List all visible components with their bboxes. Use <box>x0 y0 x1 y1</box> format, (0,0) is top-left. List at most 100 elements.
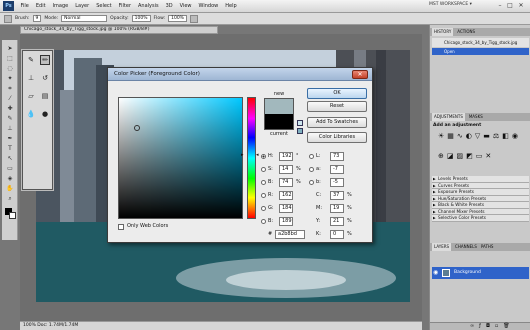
history-item-open[interactable]: Open <box>432 48 529 55</box>
zoom-tool-icon[interactable]: ⌕ <box>5 194 15 203</box>
menu-image[interactable]: Image <box>49 3 72 9</box>
menu-analysis[interactable]: Analysis <box>135 3 163 9</box>
close-icon[interactable]: ✕ <box>517 2 525 10</box>
type-tool-icon[interactable]: T <box>5 144 15 153</box>
vibrance-icon[interactable]: ▽ <box>475 132 480 149</box>
only-web-colors-checkbox[interactable] <box>118 224 124 230</box>
hue-slider[interactable] <box>247 97 256 219</box>
mode-select[interactable]: Normal <box>61 15 108 22</box>
marquee-tool-icon[interactable]: ⬚ <box>5 54 15 63</box>
crop-tool-icon[interactable]: ⌗ <box>5 84 15 93</box>
lab-b-input[interactable]: -5 <box>330 178 344 187</box>
tab-channels[interactable]: CHANNELS <box>455 243 477 251</box>
healing-tool-icon[interactable]: ✚ <box>5 104 15 113</box>
shape-tool-icon[interactable]: ▭ <box>5 164 15 173</box>
brightness-radio[interactable] <box>261 180 266 185</box>
add-to-swatches-button[interactable]: Add To Swatches <box>307 117 367 128</box>
move-tool-icon[interactable]: ➤ <box>5 44 15 53</box>
gradient-map-icon[interactable]: ▭ <box>476 152 483 169</box>
reset-button[interactable]: Reset <box>307 101 367 112</box>
color-balance-icon[interactable]: ⚖ <box>493 132 499 149</box>
eyedropper-icon[interactable]: ⁄ <box>5 94 15 103</box>
link-icon[interactable]: ∞ <box>470 323 474 330</box>
color-field-cursor[interactable] <box>134 125 140 131</box>
eye-icon[interactable]: ◉ <box>433 269 440 277</box>
menu-select[interactable]: Select <box>93 3 115 9</box>
trash-icon[interactable]: 🗑 <box>503 323 509 330</box>
black-white-icon[interactable]: ◧ <box>502 132 509 149</box>
green-input[interactable]: 184 <box>279 204 293 213</box>
red-input[interactable]: 162 <box>279 191 293 200</box>
hue-radio[interactable] <box>261 154 266 159</box>
flow-input[interactable]: 100% <box>168 15 187 22</box>
menu-edit[interactable]: Edit <box>32 3 49 9</box>
brush-tool-icon[interactable]: ✎ <box>5 114 15 123</box>
lab-a-input[interactable]: -7 <box>330 165 344 174</box>
brightness-icon[interactable]: ☀ <box>438 132 444 149</box>
history-snapshot[interactable]: Chicago_stock_34_by_Tigg_stock.jpg <box>432 38 529 47</box>
minimize-icon[interactable]: – <box>496 2 504 10</box>
channel-mixer-icon[interactable]: ⊕ <box>438 152 444 169</box>
menu-layer[interactable]: Layer <box>72 3 93 9</box>
3d-tool-icon[interactable]: ◈ <box>5 174 15 183</box>
curves-icon[interactable]: ∿ <box>457 132 463 149</box>
blue-radio[interactable] <box>261 219 266 224</box>
tab-history[interactable]: HISTORY <box>432 28 454 36</box>
exposure-icon[interactable]: ◐ <box>466 132 472 149</box>
lasso-tool-icon[interactable]: ◌ <box>5 64 15 73</box>
menu-3d[interactable]: 3D <box>162 3 176 9</box>
spot-healing-brush-icon[interactable]: ✎ <box>26 55 36 65</box>
web-safe-cube-icon[interactable] <box>297 120 303 126</box>
hue-input[interactable]: 192 <box>279 152 293 161</box>
tool-preset-icon[interactable] <box>4 14 12 23</box>
clone-stamp-icon[interactable]: ⊥ <box>26 73 36 83</box>
airbrush-icon[interactable] <box>189 14 198 23</box>
hue-slider-left-arrow[interactable]: ▸ <box>241 152 244 158</box>
threshold-icon[interactable]: ◩ <box>466 152 473 169</box>
menu-file[interactable]: File <box>17 3 32 9</box>
gamut-warning-icon[interactable] <box>297 128 303 134</box>
tab-masks[interactable]: MASKS <box>469 113 483 121</box>
selective-color-icon[interactable]: ✕ <box>485 152 491 169</box>
yellow-input[interactable]: 21 <box>330 217 344 226</box>
pen-tool-icon[interactable]: ✒ <box>5 134 15 143</box>
preset-selective-color[interactable]: Selective Color Presets <box>432 215 529 222</box>
green-radio[interactable] <box>261 206 266 211</box>
brightness-input[interactable]: 74 <box>279 178 293 187</box>
menu-help[interactable]: Help <box>222 3 240 9</box>
new-layer-icon[interactable]: ▫ <box>495 323 498 330</box>
tab-actions[interactable]: ACTIONS <box>457 28 475 36</box>
lab-a-radio[interactable] <box>309 167 314 172</box>
brush-size-picker[interactable]: 9 <box>32 15 42 22</box>
tab-layers[interactable]: LAYERS <box>432 243 452 251</box>
hand-tool-icon[interactable]: ✋ <box>5 184 15 193</box>
menu-window[interactable]: Window <box>195 3 222 9</box>
gradient-icon[interactable]: ▤ <box>40 91 50 101</box>
black-input[interactable]: 0 <box>330 230 344 239</box>
fx-icon[interactable]: ƒ <box>479 323 481 330</box>
saturation-input[interactable]: 14 <box>279 165 293 174</box>
blue-input[interactable]: 189 <box>279 217 293 226</box>
maximize-icon[interactable]: □ <box>506 2 514 10</box>
color-libraries-button[interactable]: Color Libraries <box>307 132 367 143</box>
document-tab[interactable]: Chicago_stock_34_by_Tigg_stock.jpg @ 100… <box>20 26 218 34</box>
dodge-icon[interactable]: ● <box>40 109 50 119</box>
hue-slider-right-arrow[interactable]: ◂ <box>256 152 259 158</box>
red-radio[interactable] <box>261 193 266 198</box>
cyan-input[interactable]: 37 <box>330 191 344 200</box>
blur-icon[interactable]: 💧 <box>26 109 36 119</box>
magic-wand-icon[interactable]: ✦ <box>5 74 15 83</box>
menu-filter[interactable]: Filter <box>115 3 134 9</box>
lab-b-radio[interactable] <box>309 180 314 185</box>
menu-view[interactable]: View <box>176 3 195 9</box>
magenta-input[interactable]: 19 <box>330 204 344 213</box>
stamp-tool-icon[interactable]: ⊥ <box>5 124 15 133</box>
workspace-switcher[interactable]: MST WORKSPACE ▾ <box>429 2 472 7</box>
saturation-brightness-field[interactable] <box>118 97 243 219</box>
tab-paths[interactable]: PATHS <box>481 243 494 251</box>
dialog-close-button[interactable]: ✕ <box>352 70 368 79</box>
background-swatch[interactable] <box>9 212 16 219</box>
posterize-icon[interactable]: ▨ <box>457 152 464 169</box>
hex-input[interactable]: a2b8bd <box>275 230 305 239</box>
history-brush-icon[interactable]: ↺ <box>40 73 50 83</box>
